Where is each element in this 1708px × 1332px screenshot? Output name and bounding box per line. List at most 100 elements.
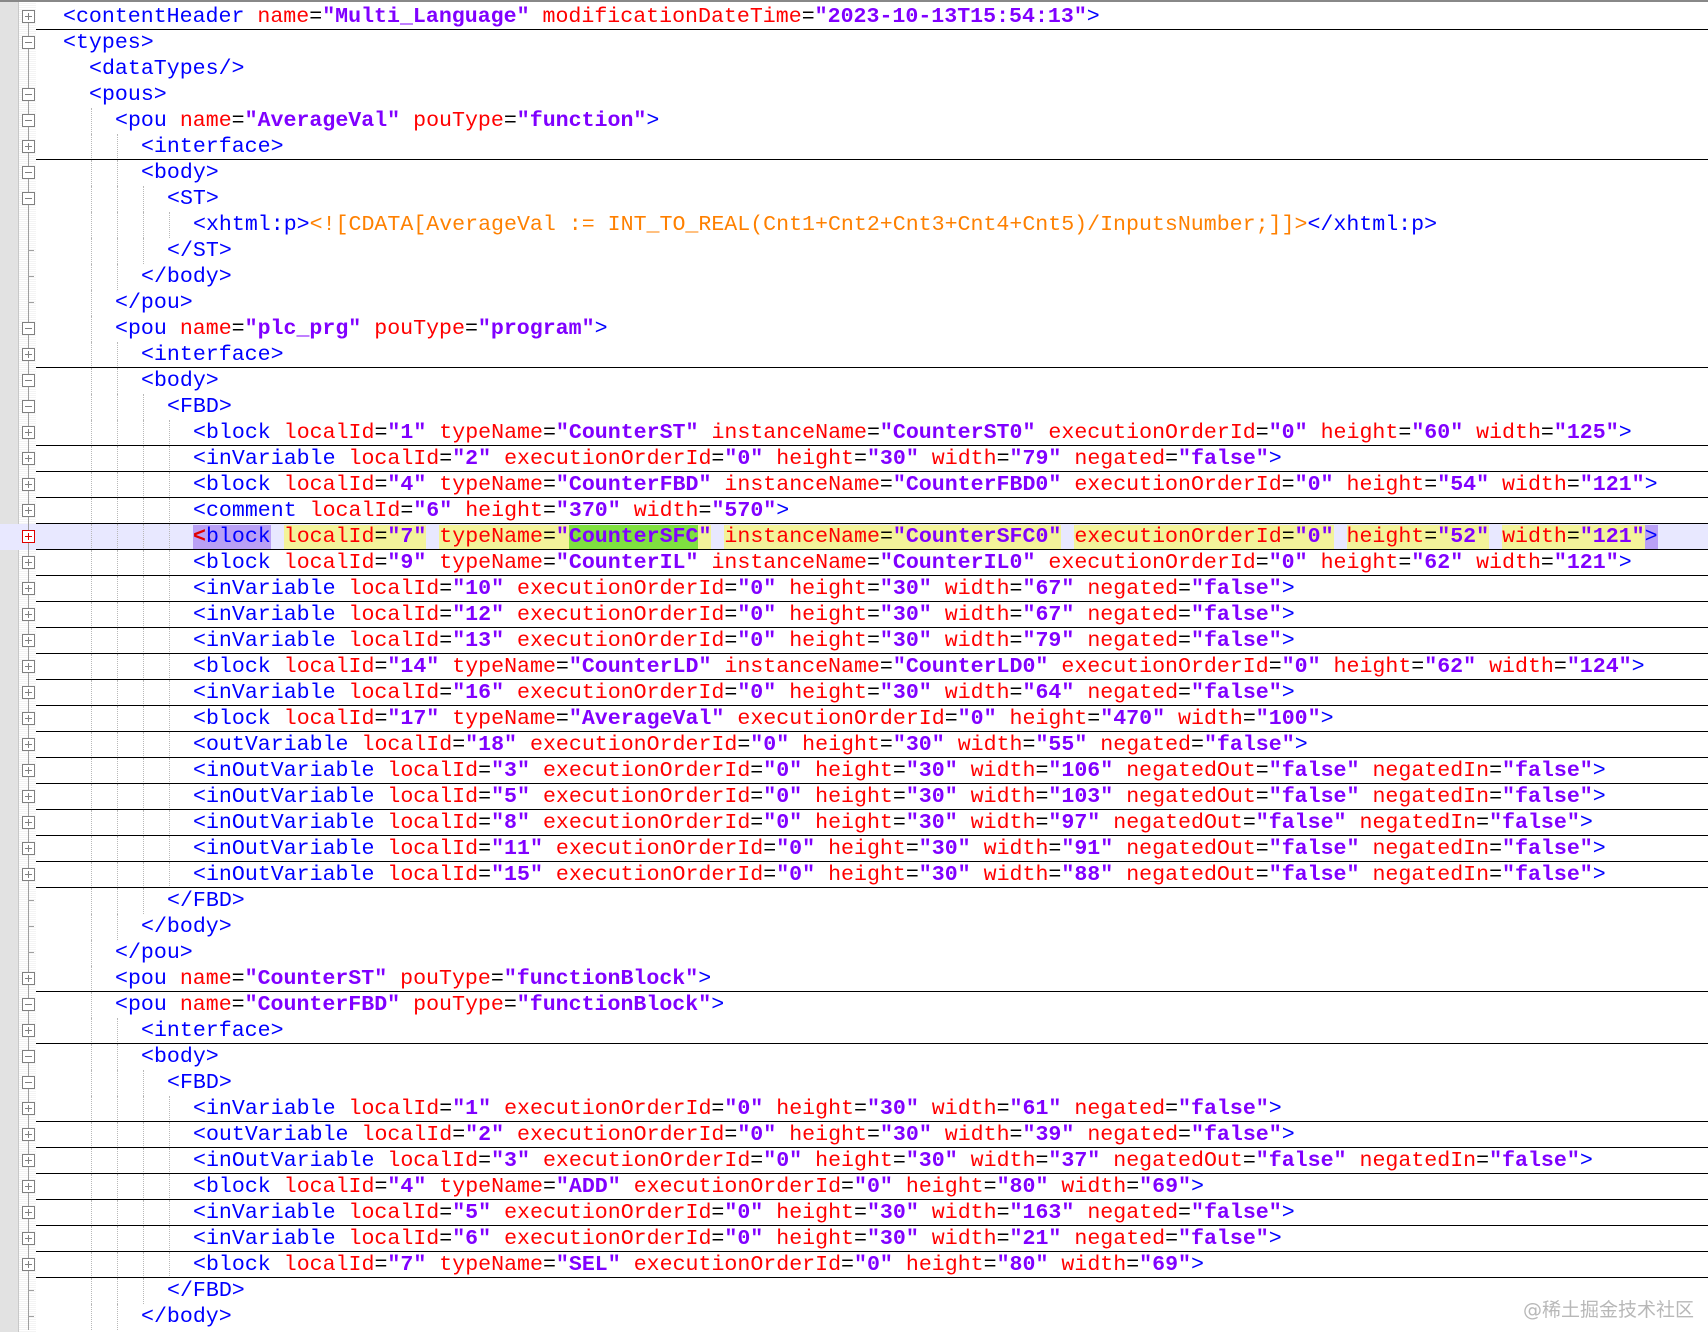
code-line[interactable]: <pou name="AverageVal" pouType="function… bbox=[0, 108, 1708, 134]
fold-expand-icon[interactable] bbox=[22, 530, 35, 543]
code-line[interactable]: <inOutVariable localId="11" executionOrd… bbox=[0, 836, 1708, 862]
fold-expand-icon[interactable] bbox=[22, 738, 35, 751]
code-line[interactable]: </FBD> bbox=[0, 1278, 1708, 1304]
fold-collapse-icon[interactable] bbox=[22, 1076, 35, 1089]
fold-expand-icon[interactable] bbox=[22, 712, 35, 725]
fold-collapse-icon[interactable] bbox=[22, 998, 35, 1011]
code-lines[interactable]: <contentHeader name="Multi_Language" mod… bbox=[0, 4, 1708, 1330]
attribute-value: "30" bbox=[866, 1097, 919, 1121]
code-line[interactable]: <inVariable localId="10" executionOrderI… bbox=[0, 576, 1708, 602]
fold-collapse-icon[interactable] bbox=[22, 374, 35, 387]
fold-expand-icon[interactable] bbox=[22, 1102, 35, 1115]
code-line[interactable]: <block localId="7" typeName="CounterSFC"… bbox=[0, 524, 1708, 550]
xml-editor[interactable]: <contentHeader name="Multi_Language" mod… bbox=[0, 0, 1708, 1332]
code-line[interactable]: <xhtml:p><![CDATA[AverageVal := INT_TO_R… bbox=[0, 212, 1708, 238]
code-line[interactable]: <types> bbox=[0, 30, 1708, 56]
fold-expand-icon[interactable] bbox=[22, 816, 35, 829]
fold-expand-icon[interactable] bbox=[22, 10, 35, 23]
code-line[interactable]: <interface> bbox=[0, 1018, 1708, 1044]
fold-expand-icon[interactable] bbox=[22, 1258, 35, 1271]
code-line[interactable]: <outVariable localId="2" executionOrderI… bbox=[0, 1122, 1708, 1148]
fold-expand-icon[interactable] bbox=[22, 452, 35, 465]
fold-expand-icon[interactable] bbox=[22, 868, 35, 881]
code-line[interactable]: <outVariable localId="18" executionOrder… bbox=[0, 732, 1708, 758]
fold-expand-icon[interactable] bbox=[22, 686, 35, 699]
fold-expand-icon[interactable] bbox=[22, 764, 35, 777]
code-line[interactable]: <block localId="14" typeName="CounterLD"… bbox=[0, 654, 1708, 680]
fold-expand-icon[interactable] bbox=[22, 1232, 35, 1245]
fold-collapse-icon[interactable] bbox=[22, 192, 35, 205]
fold-expand-icon[interactable] bbox=[22, 842, 35, 855]
code-line[interactable]: </body> bbox=[0, 264, 1708, 290]
code-line[interactable]: <inOutVariable localId="3" executionOrde… bbox=[0, 1148, 1708, 1174]
fold-expand-icon[interactable] bbox=[22, 426, 35, 439]
code-line[interactable]: </pou> bbox=[0, 940, 1708, 966]
attribute-value: "16" bbox=[452, 681, 505, 705]
code-line[interactable]: <contentHeader name="Multi_Language" mod… bbox=[0, 4, 1708, 30]
code-line[interactable]: <ST> bbox=[0, 186, 1708, 212]
code-line[interactable]: <pous> bbox=[0, 82, 1708, 108]
fold-collapse-icon[interactable] bbox=[22, 322, 35, 335]
code-line[interactable]: </FBD> bbox=[0, 888, 1708, 914]
fold-expand-icon[interactable] bbox=[22, 556, 35, 569]
code-line[interactable]: <block localId="4" typeName="ADD" execut… bbox=[0, 1174, 1708, 1200]
code-line[interactable]: <pou name="plc_prg" pouType="program"> bbox=[0, 316, 1708, 342]
fold-expand-icon[interactable] bbox=[22, 660, 35, 673]
fold-expand-icon[interactable] bbox=[22, 972, 35, 985]
code-line[interactable]: <FBD> bbox=[0, 394, 1708, 420]
code-line[interactable]: <inVariable localId="12" executionOrderI… bbox=[0, 602, 1708, 628]
code-line[interactable]: <inVariable localId="6" executionOrderId… bbox=[0, 1226, 1708, 1252]
fold-expand-icon[interactable] bbox=[22, 634, 35, 647]
code-line[interactable]: </body> bbox=[0, 1304, 1708, 1330]
fold-expand-icon[interactable] bbox=[22, 582, 35, 595]
fold-expand-icon[interactable] bbox=[22, 1024, 35, 1037]
fold-expand-icon[interactable] bbox=[22, 608, 35, 621]
code-line[interactable]: <FBD> bbox=[0, 1070, 1708, 1096]
code-line[interactable]: </ST> bbox=[0, 238, 1708, 264]
code-line[interactable]: </pou> bbox=[0, 290, 1708, 316]
fold-collapse-icon[interactable] bbox=[22, 1050, 35, 1063]
fold-collapse-icon[interactable] bbox=[22, 114, 35, 127]
code-line[interactable]: <inOutVariable localId="3" executionOrde… bbox=[0, 758, 1708, 784]
fold-collapse-icon[interactable] bbox=[22, 400, 35, 413]
code-line[interactable]: <interface> bbox=[0, 342, 1708, 368]
code-line[interactable]: <block localId="9" typeName="CounterIL" … bbox=[0, 550, 1708, 576]
fold-expand-icon[interactable] bbox=[22, 790, 35, 803]
fold-collapse-icon[interactable] bbox=[22, 88, 35, 101]
code-line[interactable]: <block localId="17" typeName="AverageVal… bbox=[0, 706, 1708, 732]
code-line[interactable]: <dataTypes/> bbox=[0, 56, 1708, 82]
code-line[interactable]: <block localId="1" typeName="CounterST" … bbox=[0, 420, 1708, 446]
fold-expand-icon[interactable] bbox=[22, 1180, 35, 1193]
code-line[interactable]: <body> bbox=[0, 160, 1708, 186]
code-line[interactable]: <inOutVariable localId="8" executionOrde… bbox=[0, 810, 1708, 836]
code-line[interactable]: <inVariable localId="1" executionOrderId… bbox=[0, 1096, 1708, 1122]
code-line[interactable]: <block localId="4" typeName="CounterFBD"… bbox=[0, 472, 1708, 498]
code-line[interactable]: <inVariable localId="5" executionOrderId… bbox=[0, 1200, 1708, 1226]
fold-expand-icon[interactable] bbox=[22, 1206, 35, 1219]
fold-collapse-icon[interactable] bbox=[22, 36, 35, 49]
code-line[interactable]: <pou name="CounterST" pouType="functionB… bbox=[0, 966, 1708, 992]
fold-expand-icon[interactable] bbox=[22, 504, 35, 517]
code-line[interactable]: <body> bbox=[0, 368, 1708, 394]
code-line[interactable]: <block localId="7" typeName="SEL" execut… bbox=[0, 1252, 1708, 1278]
code-line[interactable]: <inOutVariable localId="15" executionOrd… bbox=[0, 862, 1708, 888]
code-line[interactable]: </body> bbox=[0, 914, 1708, 940]
code-line[interactable]: <inVariable localId="16" executionOrderI… bbox=[0, 680, 1708, 706]
code-line[interactable]: <pou name="CounterFBD" pouType="function… bbox=[0, 992, 1708, 1018]
code-line[interactable]: <inOutVariable localId="5" executionOrde… bbox=[0, 784, 1708, 810]
fold-collapse-icon[interactable] bbox=[22, 166, 35, 179]
fold-expand-icon[interactable] bbox=[22, 478, 35, 491]
fold-expand-icon[interactable] bbox=[22, 348, 35, 361]
code-line[interactable]: <comment localId="6" height="370" width=… bbox=[0, 498, 1708, 524]
code-line[interactable]: <body> bbox=[0, 1044, 1708, 1070]
fold-expand-icon[interactable] bbox=[22, 1154, 35, 1167]
code-line[interactable]: <inVariable localId="13" executionOrderI… bbox=[0, 628, 1708, 654]
attribute-value: "4" bbox=[387, 1175, 427, 1199]
fold-expand-icon[interactable] bbox=[22, 140, 35, 153]
code-line[interactable]: <interface> bbox=[0, 134, 1708, 160]
code-line[interactable]: <inVariable localId="2" executionOrderId… bbox=[0, 446, 1708, 472]
fold-expand-icon[interactable] bbox=[22, 1128, 35, 1141]
